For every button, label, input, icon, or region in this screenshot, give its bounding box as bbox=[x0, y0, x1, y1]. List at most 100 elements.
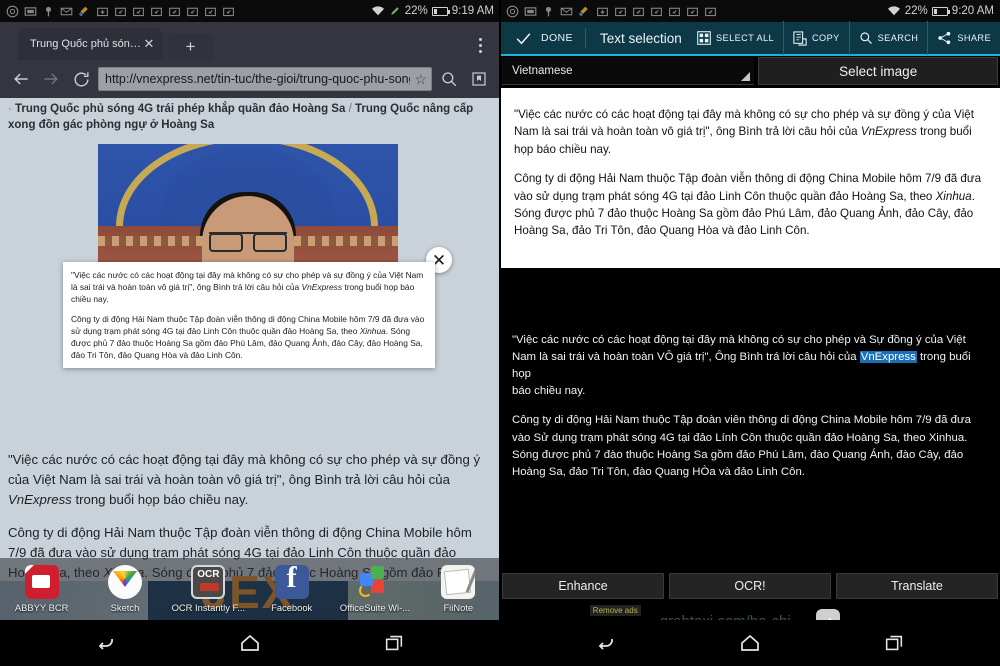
dock-label: Sketch bbox=[110, 602, 140, 613]
browser-tab-strip: Trung Quốc phủ sóng ... ✕ + bbox=[0, 22, 500, 60]
select-all-button[interactable]: SELECT ALL bbox=[688, 21, 783, 55]
officesuite-icon bbox=[358, 565, 392, 599]
translate-button[interactable]: Translate bbox=[836, 573, 998, 599]
bookmark-star-icon[interactable]: ☆ bbox=[414, 71, 427, 88]
done-button[interactable]: DONE bbox=[500, 29, 585, 48]
copy-icon bbox=[793, 30, 807, 46]
right-status-bar: 22% 9:20 AM bbox=[500, 0, 1000, 22]
home-icon[interactable] bbox=[737, 630, 763, 656]
chrome-icon bbox=[6, 5, 19, 17]
enhance-button[interactable]: Enhance bbox=[502, 573, 664, 599]
search-button[interactable]: SEARCH bbox=[848, 21, 928, 55]
popup-p2-em: Xinhua bbox=[359, 325, 386, 336]
photo-glasses bbox=[209, 232, 287, 252]
copy-label: COPY bbox=[812, 33, 840, 43]
dock-label: OfficeSuite Wi-... bbox=[339, 602, 411, 613]
home-icon[interactable] bbox=[237, 630, 263, 656]
url-text: http://vnexpress.net/tin-tuc/the-gioi/tr… bbox=[105, 72, 411, 86]
bookmark-icon[interactable] bbox=[466, 66, 492, 92]
mail-icon bbox=[60, 7, 73, 15]
breadcrumb-separator: / bbox=[348, 103, 352, 115]
download-icon bbox=[597, 7, 608, 16]
forward-icon[interactable] bbox=[38, 66, 64, 92]
left-system-nav-bar bbox=[0, 620, 500, 666]
contextual-action-bar: DONE Text selection SELECT ALL COPY SEAR… bbox=[500, 21, 1000, 56]
search-label: SEARCH bbox=[877, 33, 919, 43]
chrome-icon bbox=[506, 5, 519, 17]
text-popup-overlay[interactable]: "Việc các nước có các hoạt động tại đây … bbox=[63, 262, 435, 369]
dock-item-facebook[interactable]: Facebook bbox=[250, 565, 333, 613]
dock-label: Facebook bbox=[271, 602, 313, 613]
screenshot-icon bbox=[524, 6, 537, 16]
dock-item-officesuite[interactable]: OfficeSuite Wi-... bbox=[333, 565, 416, 613]
url-input[interactable]: http://vnexpress.net/tin-tuc/the-gioi/tr… bbox=[98, 67, 432, 91]
download-icon bbox=[151, 7, 162, 16]
left-status-bar: 22% 9:19 AM bbox=[0, 0, 500, 22]
search-icon[interactable] bbox=[436, 66, 462, 92]
new-tab-button[interactable]: + bbox=[168, 34, 213, 60]
download-icon bbox=[97, 7, 108, 16]
mail-icon bbox=[560, 7, 573, 15]
source-text-panel[interactable]: "Việc các nước có các hoạt động tại đây … bbox=[500, 88, 1000, 268]
share-button[interactable]: SHARE bbox=[927, 21, 1000, 55]
dock-item-fiinote[interactable]: FiiNote bbox=[417, 565, 500, 613]
dock-item-ocr-instantly[interactable]: OCR Instantly F... bbox=[167, 565, 250, 613]
battery-percent: 22% bbox=[404, 5, 428, 17]
dock-item-sketch[interactable]: Sketch bbox=[83, 565, 166, 613]
p1-emphasis: VnExpress bbox=[8, 492, 72, 508]
ocr-action-buttons: Enhance OCR! Translate bbox=[500, 573, 1000, 599]
close-tab-icon[interactable]: ✕ bbox=[141, 36, 157, 52]
source-paragraph-2: Công ty di động Hải Nam thuộc Tập đoàn v… bbox=[514, 170, 986, 240]
recents-icon[interactable] bbox=[381, 630, 407, 656]
check-icon bbox=[516, 32, 531, 44]
back-icon[interactable] bbox=[8, 66, 34, 92]
download-icon bbox=[687, 7, 698, 16]
reload-icon[interactable] bbox=[68, 66, 94, 92]
remove-ads-label[interactable]: Remove ads bbox=[589, 604, 641, 616]
recents-icon[interactable] bbox=[881, 630, 907, 656]
popup-p1-em: VnExpress bbox=[301, 282, 343, 293]
selected-text[interactable]: VnExpress bbox=[859, 351, 917, 364]
location-icon bbox=[45, 6, 52, 16]
back-icon[interactable] bbox=[593, 630, 619, 656]
copy-button[interactable]: COPY bbox=[783, 21, 849, 55]
p1-text-a: "Việc các nước có các hoạt động tại đây … bbox=[8, 452, 481, 488]
right-panel-ocr-app: 22% 9:20 AM DONE Text selection SELECT A… bbox=[500, 0, 1000, 666]
src-p1-em: VnExpress bbox=[860, 125, 917, 139]
ocr-controls-row: Vietnamese Select image bbox=[500, 56, 1000, 86]
src-p2-a: Công ty di động Hải Nam thuộc Tập đoàn v… bbox=[514, 172, 982, 203]
language-value: Vietnamese bbox=[512, 64, 573, 77]
battery-percent: 22% bbox=[904, 5, 928, 17]
clean-broom-icon bbox=[578, 6, 588, 16]
ocr-p1-c: báo chiều nay. bbox=[512, 385, 586, 398]
download-icon bbox=[187, 7, 198, 16]
back-icon[interactable] bbox=[93, 630, 119, 656]
browser-tab[interactable]: Trung Quốc phủ sóng ... ✕ bbox=[18, 28, 163, 60]
dock-item-abbyy-bcr[interactable]: ABBYY BCR bbox=[0, 565, 83, 613]
breadcrumb: · Trung Quốc phủ sóng 4G trái phép khắp … bbox=[0, 98, 500, 140]
status-notification-icons bbox=[6, 5, 371, 18]
popup-paragraph-2: Công ty di động Hải Nam thuộc Tập đoàn v… bbox=[71, 313, 427, 362]
done-label: DONE bbox=[541, 32, 573, 44]
download-icon bbox=[651, 7, 662, 16]
screen: 22% 9:19 AM Trung Quốc phủ sóng ... ✕ + bbox=[0, 0, 1000, 666]
ocr-result-panel[interactable]: "Việc các nước có các hoạt động tại đây … bbox=[500, 272, 1000, 562]
clock: 9:20 AM bbox=[951, 5, 994, 17]
status-notification-icons bbox=[506, 5, 887, 18]
ocr-button[interactable]: OCR! bbox=[669, 573, 831, 599]
share-label: SHARE bbox=[957, 33, 991, 43]
wifi-icon bbox=[887, 6, 900, 16]
location-icon bbox=[545, 6, 552, 16]
article-paragraph-1: "Việc các nước có các hoạt động tại đây … bbox=[8, 450, 492, 510]
browser-url-bar: http://vnexpress.net/tin-tuc/the-gioi/tr… bbox=[0, 60, 500, 98]
breadcrumb-link-1[interactable]: Trung Quốc phủ sóng 4G trái phép khắp qu… bbox=[15, 103, 345, 115]
browser-menu-icon[interactable] bbox=[470, 34, 490, 56]
language-dropdown[interactable]: Vietnamese bbox=[502, 57, 755, 85]
breadcrumb-bullet: · bbox=[8, 103, 12, 115]
facebook-icon bbox=[274, 565, 309, 599]
select-image-button[interactable]: Select image bbox=[758, 57, 998, 85]
clock: 9:19 AM bbox=[451, 5, 494, 17]
source-paragraph-1: "Việc các nước có các hoạt động tại đây … bbox=[514, 106, 986, 158]
download-icon bbox=[133, 7, 144, 16]
download-icon bbox=[615, 7, 626, 16]
